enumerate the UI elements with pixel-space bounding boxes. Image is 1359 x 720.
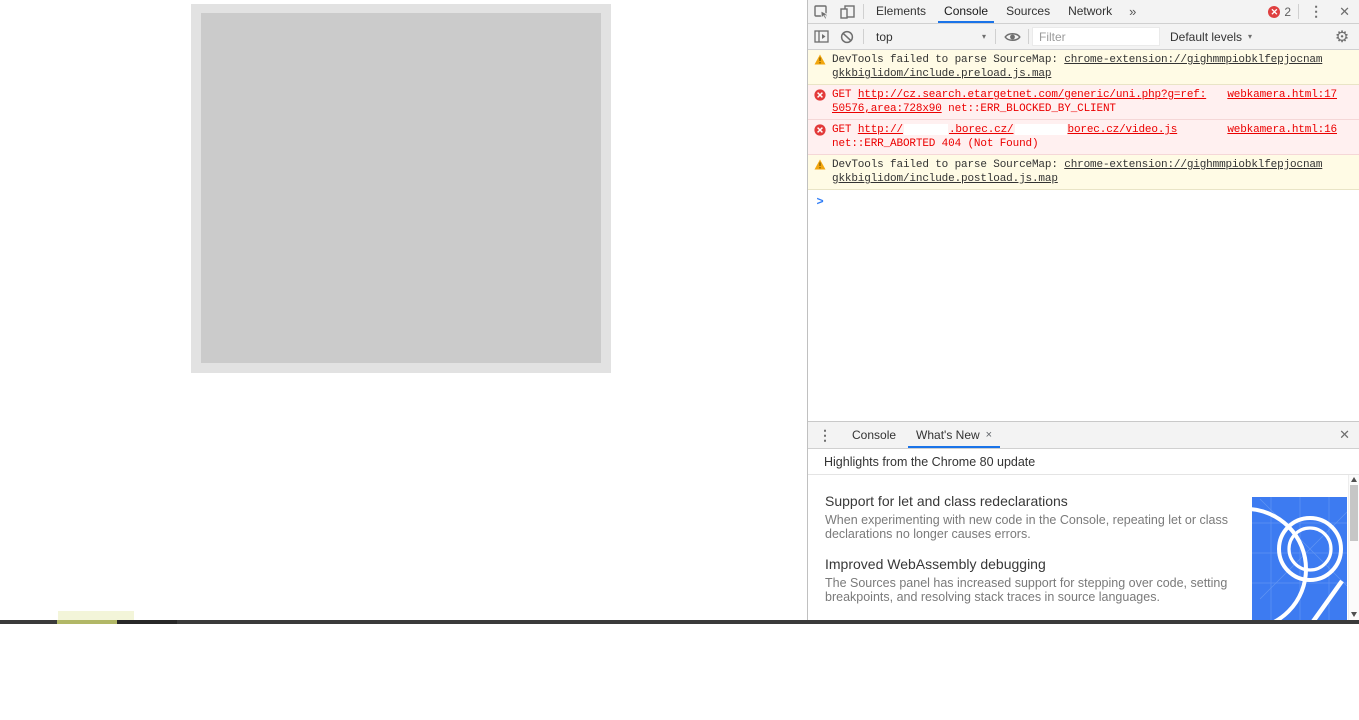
warning-icon — [808, 158, 832, 186]
taskbar-edge — [0, 620, 1359, 624]
log-levels-dropdown[interactable]: Default levels ▾ — [1160, 30, 1262, 44]
error-method: GET — [832, 89, 858, 101]
request-url-link[interactable]: http://cz.search.etargetnet.com/generic/… — [858, 89, 1207, 101]
scroll-up-arrow-icon[interactable] — [1351, 477, 1357, 482]
error-badge-icon: ✕ — [1268, 5, 1281, 18]
whats-new-section-title[interactable]: Support for let and class redeclarations — [825, 493, 1233, 509]
taskbar-edge-dark — [117, 620, 177, 624]
devtools-menu-icon[interactable]: ⋮ — [1302, 3, 1330, 20]
scroll-down-arrow-icon[interactable] — [1351, 612, 1357, 617]
tab-sources[interactable]: Sources — [997, 0, 1059, 23]
console-message-error: GET http:// .borec.cz/borec.cz/video.js w… — [808, 120, 1359, 155]
request-url-link[interactable]: http:// — [858, 124, 903, 136]
console-message-error: GET http://cz.search.etargetnet.com/gene… — [808, 85, 1359, 120]
chevron-down-icon: ▾ — [1248, 32, 1253, 41]
whats-new-scrollbar[interactable] — [1348, 475, 1359, 620]
console-message-warning: DevTools failed to parse SourceMap: chro… — [808, 155, 1359, 190]
tab-network[interactable]: Network — [1059, 0, 1121, 23]
sourcemap-link[interactable]: chrome-extension://gighmmpiobklfepjocnam — [1064, 159, 1322, 171]
taskbar-glow — [58, 611, 134, 620]
context-value: top — [876, 29, 893, 44]
taskbar-edge-highlight — [57, 620, 117, 624]
console-settings-gear-icon[interactable]: ⚙ — [1329, 25, 1355, 48]
whats-new-header: Highlights from the Chrome 80 update — [808, 449, 1359, 475]
warning-text: DevTools failed to parse SourceMap: — [832, 159, 1065, 171]
divider — [863, 29, 864, 44]
inspect-element-icon[interactable] — [808, 0, 834, 23]
source-location-link[interactable]: webkamera.html:17 — [1227, 88, 1337, 102]
error-icon — [808, 88, 832, 116]
error-icon — [808, 123, 832, 151]
drawer-menu-icon[interactable]: ⋮ — [808, 427, 842, 444]
console-log: DevTools failed to parse SourceMap: chro… — [808, 50, 1359, 421]
devtools-close-icon[interactable]: ✕ — [1330, 4, 1359, 20]
console-input-area[interactable] — [832, 195, 1359, 209]
request-url-link[interactable]: 50576,area:728x90 — [832, 103, 942, 115]
redacted-region — [1014, 123, 1067, 135]
console-sidebar-toggle-icon[interactable] — [808, 25, 834, 48]
tab-console[interactable]: Console — [935, 0, 997, 23]
divider — [995, 29, 996, 44]
console-prompt[interactable]: > — [808, 190, 1359, 214]
console-toolbar: top ▾ Default levels ▾ ⚙ — [808, 24, 1359, 50]
warning-text: DevTools failed to parse SourceMap: — [832, 54, 1065, 66]
live-expression-eye-icon[interactable] — [999, 25, 1025, 48]
request-url-link[interactable]: .borec.cz/ — [949, 124, 1014, 136]
drawer-tab-console-label: Console — [852, 428, 897, 442]
sourcemap-link[interactable]: gkkbiglidom/include.preload.js.map — [832, 68, 1051, 80]
source-location-link[interactable]: webkamera.html:16 — [1227, 123, 1337, 137]
levels-value: Default levels — [1170, 29, 1243, 44]
error-status: net::ERR_ABORTED 404 (Not Found) — [832, 138, 1039, 150]
divider — [1298, 4, 1300, 19]
chevron-down-icon: ▾ — [981, 32, 986, 41]
more-tabs-chevron-icon[interactable]: » — [1121, 4, 1144, 19]
sourcemap-link[interactable]: chrome-extension://gighmmpiobklfepjocnam — [1064, 54, 1322, 66]
whats-new-section-title[interactable]: Improved WebAssembly debugging — [825, 556, 1233, 572]
sourcemap-link[interactable]: gkkbiglidom/include.postload.js.map — [832, 173, 1058, 185]
execution-context-selector[interactable]: top ▾ — [867, 30, 992, 44]
drawer-tab-whats-new[interactable]: What's New × — [906, 422, 1002, 448]
device-toolbar-icon[interactable] — [834, 0, 860, 23]
scrollbar-thumb[interactable] — [1350, 485, 1358, 541]
error-status: net::ERR_BLOCKED_BY_CLIENT — [941, 103, 1116, 115]
error-badge-count: 2 — [1284, 4, 1292, 19]
whats-new-section-body: The Sources panel has increased support … — [825, 576, 1228, 604]
page-image-placeholder — [191, 4, 611, 373]
warning-icon — [808, 53, 832, 81]
drawer-tab-whats-new-label: What's New — [916, 428, 980, 442]
chrome-80-artwork-image — [1252, 497, 1347, 620]
devtools-tabbar: Elements Console Sources Network » ✕ 2 ⋮… — [808, 0, 1359, 24]
divider — [863, 4, 864, 19]
console-prompt-chevron-icon: > — [816, 195, 824, 209]
drawer-tabbar: ⋮ Console What's New × ✕ — [808, 422, 1359, 449]
devtools-panel: Elements Console Sources Network » ✕ 2 ⋮… — [807, 0, 1359, 620]
request-url-link[interactable]: borec.cz/video.js — [1068, 124, 1178, 136]
whats-new-header-label: Highlights from the Chrome 80 update — [824, 454, 1036, 469]
console-message-warning: DevTools failed to parse SourceMap: chro… — [808, 50, 1359, 85]
divider — [1028, 29, 1029, 44]
filter-input[interactable] — [1032, 27, 1160, 46]
drawer-tab-console[interactable]: Console — [842, 422, 906, 448]
screen: Elements Console Sources Network » ✕ 2 ⋮… — [0, 0, 1359, 720]
redacted-region — [903, 123, 948, 135]
close-whats-new-tab-icon[interactable]: × — [986, 422, 992, 448]
page-image-placeholder-inner — [201, 13, 601, 363]
clear-console-icon[interactable] — [834, 25, 860, 48]
error-count-badge[interactable]: ✕ 2 — [1264, 5, 1295, 19]
browser-page-viewport — [0, 0, 807, 620]
tab-elements[interactable]: Elements — [867, 0, 935, 23]
drawer-close-icon[interactable]: ✕ — [1330, 427, 1359, 443]
whats-new-content: Support for let and class redeclarations… — [808, 475, 1359, 620]
whats-new-section-body: When experimenting with new code in the … — [825, 513, 1228, 541]
error-method: GET — [832, 124, 858, 136]
devtools-drawer: ⋮ Console What's New × ✕ Highlights from… — [808, 421, 1359, 620]
